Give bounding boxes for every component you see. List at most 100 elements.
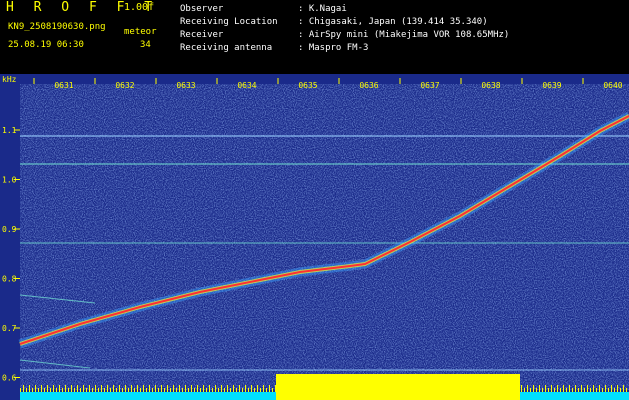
level-spike: [530, 388, 531, 392]
level-spike: [152, 388, 153, 392]
level-spike: [542, 388, 543, 392]
level-spike: [41, 385, 42, 392]
level-spike: [92, 388, 93, 392]
level-spike: [176, 388, 177, 392]
antenna-row: Receiving antenna: Maspro FM-3: [180, 42, 509, 55]
level-spike: [560, 388, 561, 392]
level-spike: [578, 388, 579, 392]
level-spike: [533, 385, 534, 392]
level-spike: [164, 388, 165, 392]
level-spike: [608, 388, 609, 392]
observer-row: Observer : K.Nagai: [180, 3, 509, 16]
spectrogram-plot: 0631 0632 0633 0634 0635 0636 0637 0638 0639 0640…: [0, 74, 629, 400]
level-spike: [68, 388, 69, 392]
level-spike: [59, 385, 60, 392]
level-spike: [587, 385, 588, 392]
level-spike: [251, 385, 252, 392]
level-spike: [221, 385, 222, 392]
x-tick-label: 0631: [54, 81, 73, 90]
level-spike: [179, 385, 180, 392]
level-spike: [227, 385, 228, 392]
location-value: : Chigasaki, Japan (139.414 35.340): [298, 17, 488, 27]
level-spike: [269, 385, 270, 392]
level-spike: [107, 385, 108, 392]
level-spike: [116, 388, 117, 392]
level-spike: [617, 385, 618, 392]
level-spike: [32, 388, 33, 392]
observer-value: : K.Nagai: [298, 4, 347, 14]
level-spike: [611, 385, 612, 392]
level-spike: [167, 385, 168, 392]
level-spike: [536, 388, 537, 392]
x-tick-label: 0635: [298, 81, 317, 90]
level-spike: [275, 385, 276, 392]
level-bar-peak: [276, 374, 520, 400]
level-spike: [47, 385, 48, 392]
level-spike: [143, 385, 144, 392]
level-spike: [596, 388, 597, 392]
level-spike: [590, 388, 591, 392]
level-spike: [194, 388, 195, 392]
x-tick-label: 0633: [176, 81, 195, 90]
level-spike: [575, 385, 576, 392]
level-spike: [29, 385, 30, 392]
receiver-row: Receiver: AirSpy mini (Miakejima VOR 108…: [180, 29, 509, 42]
level-spike: [53, 385, 54, 392]
location-row: Receiving Location : Chigasaki, Japan (13…: [180, 16, 509, 29]
level-spike: [206, 388, 207, 392]
x-tick-label: 0637: [420, 81, 439, 90]
level-spike: [185, 385, 186, 392]
level-spike: [263, 385, 264, 392]
station-info: Observer : K.Nagai Receiving Location : Ch…: [180, 3, 509, 55]
level-spike: [620, 388, 621, 392]
level-spike: [161, 385, 162, 392]
level-spike: [599, 385, 600, 392]
level-spike: [110, 388, 111, 392]
x-tick-label: 0636: [359, 81, 378, 90]
level-spike: [23, 385, 24, 392]
level-spike: [230, 388, 231, 392]
level-spike: [101, 385, 102, 392]
level-spike: [548, 388, 549, 392]
level-spike: [44, 388, 45, 392]
level-spike: [131, 385, 132, 392]
level-spike: [605, 385, 606, 392]
receiver-label: Receiver: [180, 30, 224, 40]
level-spike: [50, 388, 51, 392]
level-spike: [212, 388, 213, 392]
level-spike: [125, 385, 126, 392]
location-label: Receiving Location: [180, 17, 278, 27]
level-spike: [80, 388, 81, 392]
level-spike: [545, 385, 546, 392]
level-spike: [236, 388, 237, 392]
level-spike: [20, 388, 21, 392]
level-spike: [215, 385, 216, 392]
spectrogram-svg: 0631 0632 0633 0634 0635 0636 0637 0638 0639 0640…: [0, 74, 629, 400]
level-spike: [554, 388, 555, 392]
level-spike: [218, 388, 219, 392]
observer-label: Observer: [180, 4, 224, 14]
level-spike: [623, 385, 624, 392]
level-spike: [626, 388, 627, 392]
level-spike: [77, 385, 78, 392]
level-spike: [524, 388, 525, 392]
level-spike: [614, 388, 615, 392]
level-spike: [245, 385, 246, 392]
level-spike: [239, 385, 240, 392]
level-spike: [56, 388, 57, 392]
level-spike: [65, 385, 66, 392]
header-panel: H R O F F T 1.00f KN9_2508190630.png met…: [0, 0, 629, 74]
detection-count: 34: [140, 40, 151, 50]
x-tick-label: 0632: [115, 81, 134, 90]
level-spike: [527, 385, 528, 392]
level-spike: [266, 388, 267, 392]
level-spike: [35, 385, 36, 392]
level-spike: [248, 388, 249, 392]
level-spike: [242, 388, 243, 392]
level-spike: [38, 388, 39, 392]
level-spike: [584, 388, 585, 392]
x-tick-label: 0639: [542, 81, 561, 90]
antenna-label: Receiving antenna: [180, 43, 273, 53]
level-spike: [95, 385, 96, 392]
level-spike: [593, 385, 594, 392]
